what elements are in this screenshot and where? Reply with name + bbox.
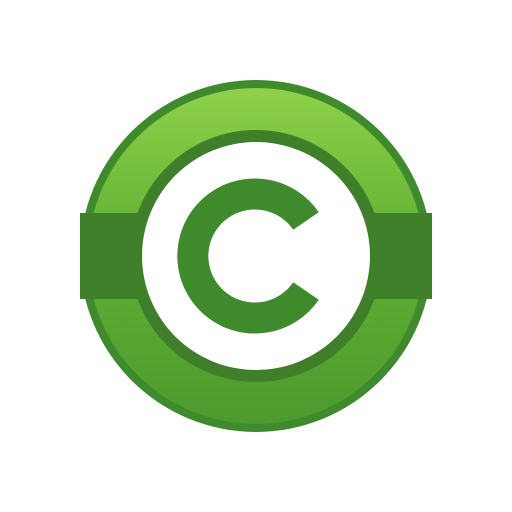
inner-disc (142, 142, 370, 370)
copyright-logo (80, 80, 432, 432)
image-canvas (0, 0, 512, 512)
